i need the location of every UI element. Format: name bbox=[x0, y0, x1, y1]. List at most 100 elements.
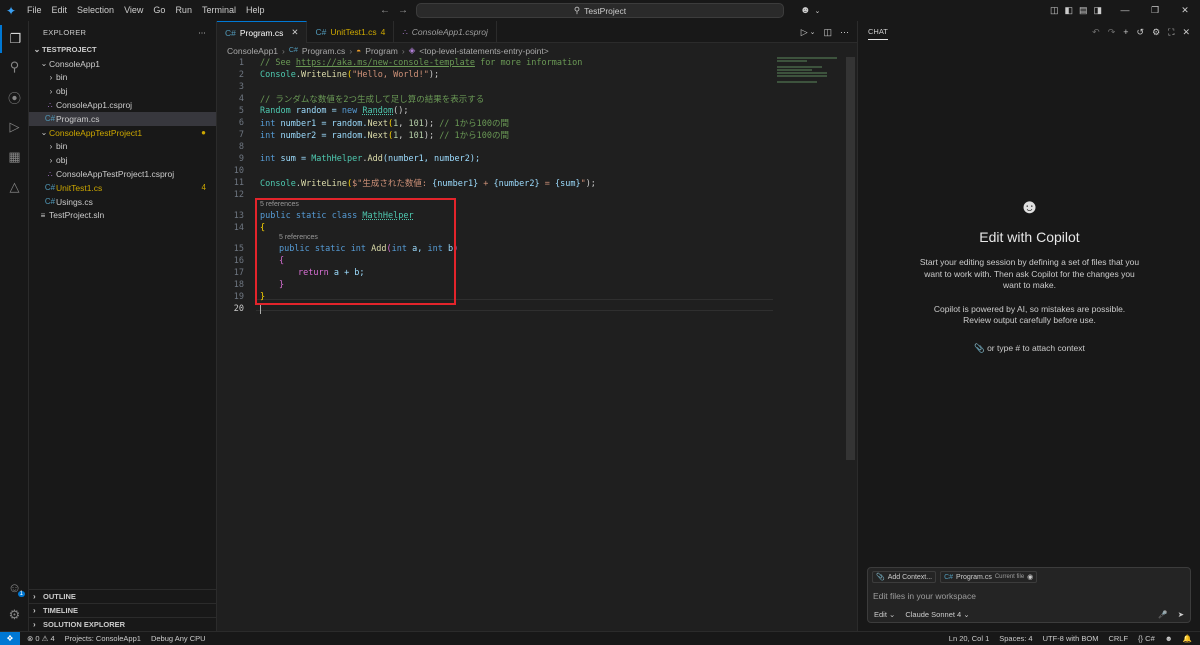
menu-help[interactable]: Help bbox=[241, 0, 270, 21]
add-context-button[interactable]: 📎 Add Context... bbox=[872, 571, 937, 583]
maximize-icon[interactable]: ⛶ bbox=[1168, 27, 1174, 38]
chevron-down-icon[interactable]: ⌄ bbox=[815, 7, 821, 15]
new-session-plus-icon[interactable]: + bbox=[1123, 27, 1128, 37]
breadcrumb-item[interactable]: Program.cs bbox=[302, 46, 345, 56]
menu-file[interactable]: File bbox=[22, 0, 47, 21]
tab-program-cs[interactable]: C# Program.cs ✕ bbox=[217, 21, 308, 43]
tree-item-consoleapptestproject1[interactable]: ⌄ ConsoleAppTestProject1 ● bbox=[29, 126, 216, 140]
section-timeline[interactable]: › TIMELINE bbox=[29, 603, 217, 617]
code-type: Random bbox=[362, 106, 394, 116]
tree-item-usings-cs[interactable]: C# Usings.cs bbox=[29, 195, 216, 209]
breadcrumb-item[interactable]: Program bbox=[365, 46, 398, 56]
settings-gear-icon[interactable]: ⚙ bbox=[1152, 27, 1160, 38]
undo-icon[interactable]: ↶ bbox=[1092, 27, 1100, 38]
encoding-status[interactable]: UTF-8 with BOM bbox=[1043, 634, 1099, 643]
chevron-right-icon: › bbox=[401, 45, 405, 56]
problems-indicator[interactable]: ⊗ 0 ⚠ 4 bbox=[27, 634, 55, 643]
minimap[interactable] bbox=[777, 57, 847, 87]
source-control-icon[interactable]: ⦿ bbox=[0, 83, 29, 111]
restore-icon[interactable]: ❐ bbox=[1140, 0, 1170, 21]
code-punct: ); bbox=[428, 70, 440, 80]
forward-arrow-icon[interactable]: → bbox=[398, 5, 408, 16]
settings-gear-icon[interactable]: ⚙ bbox=[0, 601, 29, 629]
tree-item-bin[interactable]: › bin bbox=[29, 71, 216, 85]
copilot-status-icon[interactable]: ☻ bbox=[1165, 634, 1173, 643]
tab-consoleapp1-csproj[interactable]: ∴ ConsoleApp1.csproj bbox=[394, 21, 497, 43]
chevron-down-icon[interactable]: ⌄ bbox=[810, 28, 816, 36]
chat-input-placeholder[interactable]: Edit files in your workspace bbox=[868, 586, 1190, 601]
accounts-icon[interactable]: ☺ 1 bbox=[0, 573, 29, 601]
history-icon[interactable]: ↺ bbox=[1137, 27, 1145, 38]
build-config-status[interactable]: Debug Any CPU bbox=[151, 634, 206, 643]
chevron-down-icon: ⌄ bbox=[889, 610, 896, 619]
menu-edit[interactable]: Edit bbox=[47, 0, 73, 21]
toggle-sidebar-icon[interactable]: ◧ bbox=[1065, 5, 1074, 16]
search-icon[interactable]: ⚲ bbox=[0, 53, 29, 81]
tree-item-unittest1-cs[interactable]: C# UnitTest1.cs 4 bbox=[29, 181, 216, 195]
notifications-bell-icon[interactable]: 🔔 bbox=[1183, 634, 1192, 643]
breadcrumb-item[interactable]: <top-level-statements-entry-point> bbox=[419, 46, 548, 56]
model-picker[interactable]: Claude Sonnet 4 ⌄ bbox=[905, 610, 969, 619]
model-label: Claude Sonnet 4 bbox=[905, 610, 962, 619]
mode-picker[interactable]: Edit ⌄ bbox=[874, 610, 895, 619]
send-icon[interactable]: ➤ bbox=[1178, 610, 1184, 619]
toggle-panel-icon[interactable]: ▤ bbox=[1079, 5, 1088, 16]
close-window-icon[interactable]: ✕ bbox=[1170, 0, 1200, 21]
toggle-secondary-sidebar-icon[interactable]: ◨ bbox=[1094, 5, 1103, 16]
back-arrow-icon[interactable]: ← bbox=[380, 5, 390, 16]
search-icon: ⚲ bbox=[573, 5, 581, 15]
editor-scrollbar[interactable] bbox=[846, 57, 855, 460]
menu-selection[interactable]: Selection bbox=[72, 0, 119, 21]
chat-tab[interactable]: CHAT bbox=[868, 27, 888, 40]
tree-item-consoleapptestproject1-csproj[interactable]: ∴ ConsoleAppTestProject1.csproj bbox=[29, 167, 216, 181]
minimize-icon[interactable]: — bbox=[1110, 0, 1140, 21]
split-editor-icon[interactable]: ◫ bbox=[823, 27, 832, 38]
current-file-chip[interactable]: C# Program.cs Current file ◉ bbox=[940, 571, 1038, 583]
menu-go[interactable]: Go bbox=[148, 0, 170, 21]
chat-input-box[interactable]: 📎 Add Context... C# Program.cs Current f… bbox=[867, 567, 1191, 623]
menu-terminal[interactable]: Terminal bbox=[197, 0, 241, 21]
tree-item-bin[interactable]: › bin bbox=[29, 140, 216, 154]
tree-item-consoleapp1[interactable]: ⌄ ConsoleApp1 bbox=[29, 57, 216, 71]
code-link[interactable]: https://aka.ms/new-console-template bbox=[296, 58, 475, 68]
projects-status[interactable]: Projects: ConsoleApp1 bbox=[65, 634, 141, 643]
cursor-position[interactable]: Ln 20, Col 1 bbox=[949, 634, 989, 643]
indentation-status[interactable]: Spaces: 4 bbox=[999, 634, 1032, 643]
section-solution-explorer[interactable]: › SOLUTION EXPLORER bbox=[29, 617, 217, 631]
testing-icon[interactable]: △ bbox=[0, 173, 29, 201]
editor-tabs: C# Program.cs ✕ C# UnitTest1.cs 4 ∴ Cons… bbox=[217, 21, 857, 43]
remote-indicator-icon[interactable]: ❖ bbox=[0, 631, 20, 645]
command-center-search[interactable]: ⚲ TestProject bbox=[416, 3, 784, 18]
account-badge: 1 bbox=[17, 591, 25, 597]
csharp-file-icon: C# bbox=[225, 27, 236, 38]
tree-item-program-cs[interactable]: C# Program.cs bbox=[29, 111, 216, 126]
breadcrumb-item[interactable]: ConsoleApp1 bbox=[227, 46, 278, 56]
tree-item-testproject-sln[interactable]: ≡ TestProject.sln bbox=[29, 209, 216, 223]
customize-layout-icon[interactable]: ◫ bbox=[1050, 5, 1059, 16]
code-variable: number2 = random. bbox=[275, 131, 368, 141]
line-number: 8 bbox=[238, 142, 244, 152]
close-icon[interactable]: ✕ bbox=[291, 27, 298, 38]
tree-item-testproject[interactable]: ⌄ TESTPROJECT bbox=[29, 43, 216, 57]
line-number: 5 bbox=[238, 106, 244, 116]
eye-icon[interactable]: ◉ bbox=[1027, 573, 1033, 581]
tab-unittest1-cs[interactable]: C# UnitTest1.cs 4 bbox=[307, 21, 395, 43]
more-actions-icon[interactable]: ⋯ bbox=[198, 28, 206, 37]
tree-item-consoleapp1-csproj[interactable]: ∴ ConsoleApp1.csproj bbox=[29, 98, 216, 112]
run-debug-icon[interactable]: ▷ bbox=[0, 113, 29, 141]
more-actions-icon[interactable]: ⋯ bbox=[840, 27, 849, 38]
copilot-icon[interactable]: ☻ bbox=[800, 5, 811, 16]
tree-item-obj[interactable]: › obj bbox=[29, 153, 216, 167]
run-icon[interactable]: ▷ bbox=[801, 27, 808, 38]
language-mode[interactable]: {} C# bbox=[1138, 634, 1155, 643]
tree-item-obj[interactable]: › obj bbox=[29, 84, 216, 98]
menu-run[interactable]: Run bbox=[170, 0, 197, 21]
menu-view[interactable]: View bbox=[119, 0, 148, 21]
section-outline[interactable]: › OUTLINE bbox=[29, 589, 217, 603]
close-icon[interactable]: ✕ bbox=[1182, 27, 1190, 38]
explorer-icon[interactable]: ❐ bbox=[0, 25, 29, 53]
redo-icon[interactable]: ↷ bbox=[1108, 27, 1116, 38]
eol-status[interactable]: CRLF bbox=[1108, 634, 1128, 643]
microphone-icon[interactable]: 🎤 bbox=[1158, 610, 1167, 619]
extensions-icon[interactable]: ▦ bbox=[0, 143, 29, 171]
